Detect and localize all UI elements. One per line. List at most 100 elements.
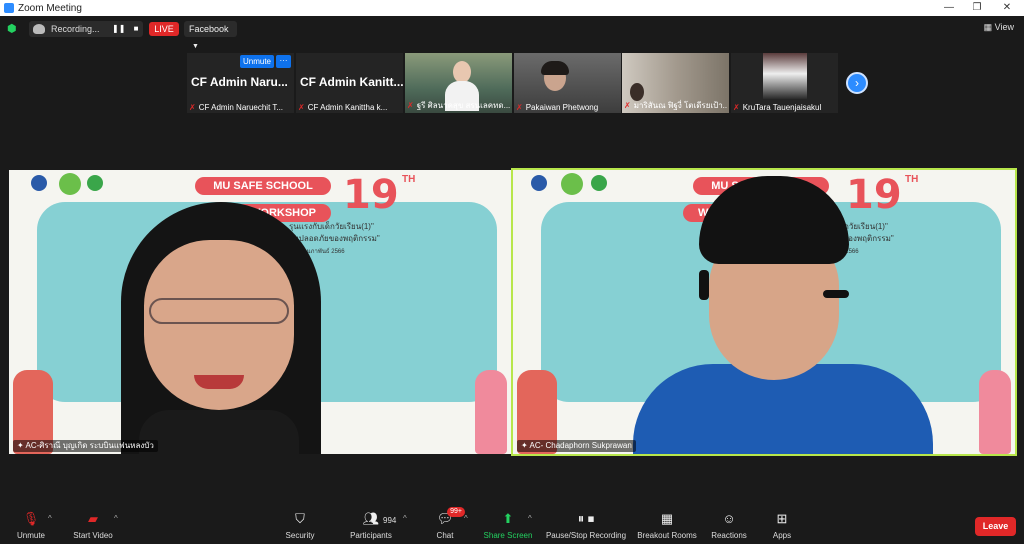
participant-face bbox=[453, 61, 471, 83]
speaker-glasses bbox=[149, 298, 289, 324]
view-label: View bbox=[994, 22, 1014, 32]
muted-mic-icon: ✗ bbox=[298, 103, 305, 112]
recording-indicator[interactable]: Recording... ❚❚ ■ bbox=[29, 21, 143, 37]
slide-number-suffix: TH bbox=[402, 174, 416, 185]
muted-mic-icon: ✗ bbox=[733, 103, 740, 112]
window-titlebar: Zoom Meeting — ❐ ✕ bbox=[0, 0, 1024, 16]
audio-options-chevron-icon[interactable]: ^ bbox=[48, 514, 52, 523]
reactions-label: Reactions bbox=[711, 531, 747, 540]
live-badge[interactable]: LIVE bbox=[149, 22, 179, 36]
speaker-caption: ✦ AC- Chadaphorn Sukprawan bbox=[517, 440, 636, 452]
start-video-label: Start Video bbox=[73, 531, 113, 540]
speaker-name: AC- Chadaphorn Sukprawan bbox=[529, 441, 632, 450]
minimize-button[interactable]: — bbox=[934, 0, 964, 16]
participant-name: CF Admin Kanittha k... bbox=[307, 103, 388, 112]
university-logo-icon bbox=[531, 175, 547, 191]
participants-label: Participants bbox=[350, 531, 392, 540]
next-page-button[interactable]: › bbox=[846, 72, 868, 94]
view-button[interactable]: ▦ View bbox=[984, 22, 1014, 33]
video-options-chevron-icon[interactable]: ^ bbox=[114, 514, 118, 523]
chat-label: Chat bbox=[436, 531, 454, 540]
stream-target-label: Facebook bbox=[189, 24, 229, 34]
slide-title-line1: MU SAFE SCHOOL bbox=[195, 177, 331, 195]
breakout-rooms-button[interactable]: ▦ Breakout Rooms bbox=[636, 510, 698, 540]
green-logo-icon bbox=[87, 175, 103, 191]
emblem-logo-icon bbox=[59, 173, 81, 195]
chat-options-chevron-icon[interactable]: ^ bbox=[464, 514, 468, 523]
security-button[interactable]: ⛉ Security bbox=[282, 510, 318, 540]
maximize-button[interactable]: ❐ bbox=[962, 0, 992, 16]
active-speaker-video-tile[interactable]: MU SAFE SCHOOL WORKSHOP 19 TH รุนแรงกับเ… bbox=[511, 168, 1017, 456]
participant-name: ฐรี ศิลนาคสุข สรนเลคทด... bbox=[416, 101, 510, 110]
pause-stop-recording-button[interactable]: ⏸ ⏹ Pause/Stop Recording bbox=[544, 510, 628, 540]
meeting-topbar: ⬢ Recording... ❚❚ ■ LIVE Facebook ▼ ▦ Vi… bbox=[0, 16, 1024, 50]
slide-number: 19 bbox=[846, 172, 902, 218]
security-label: Security bbox=[285, 531, 315, 540]
meeting-toolbar: 🎙︎ Unmute ^ ▰ Start Video ^ ⛉ Security 👥… bbox=[0, 504, 1024, 544]
security-shield-icon[interactable]: ⬢ bbox=[7, 23, 19, 35]
participant-name: Pakaiwan Phetwong bbox=[525, 103, 599, 112]
stream-target-dropdown[interactable]: Facebook ▼ bbox=[184, 21, 237, 50]
participant-hair bbox=[541, 61, 569, 75]
share-screen-label: Share Screen bbox=[483, 531, 533, 540]
video-off-icon: ▰ bbox=[88, 511, 98, 526]
participant-name-large: CF Admin Naru... bbox=[191, 75, 288, 89]
slide-subtitle-2: ามปลอดภัยของพฤติกรรม" bbox=[289, 234, 380, 243]
participants-options-chevron-icon[interactable]: ^ bbox=[403, 514, 407, 523]
recording-label: Pause/Stop Recording bbox=[545, 531, 627, 540]
muted-mic-icon: ✗ bbox=[516, 103, 523, 112]
start-video-button[interactable]: ▰ Start Video bbox=[70, 510, 116, 540]
slide-number-suffix: TH bbox=[905, 174, 919, 185]
unmute-participant-button[interactable]: Unmute bbox=[240, 55, 274, 68]
cartoon-figure-icon bbox=[475, 370, 507, 454]
close-button[interactable]: ✕ bbox=[992, 0, 1022, 16]
speaker-caption: ✦ AC-ศิราณี บุญเกิด ระบบินแฟนหลงบัว bbox=[13, 440, 158, 452]
participants-button[interactable]: 👥︎ Participants bbox=[346, 510, 396, 540]
pause-recording-icon[interactable]: ❚❚ bbox=[112, 23, 125, 35]
zoom-app-icon bbox=[4, 3, 14, 13]
apps-icon: ⊞ bbox=[776, 511, 788, 526]
unmute-label: Unmute bbox=[16, 531, 45, 540]
recording-label: Recording... bbox=[51, 24, 100, 34]
cartoon-figure-icon bbox=[979, 370, 1011, 454]
pause-stop-icon: ⏸ ⏹ bbox=[577, 511, 595, 526]
chevron-down-icon: ▼ bbox=[192, 43, 199, 50]
reactions-button[interactable]: ☺ Reactions bbox=[708, 510, 750, 540]
participant-name-large: CF Admin Kanitt... bbox=[300, 75, 403, 89]
speaker-name: AC-ศิราณี บุญเกิด ระบบินแฟนหลงบัว bbox=[25, 441, 154, 450]
participant-thumbnail[interactable]: ✗ KruTara Tauenjaisakul bbox=[731, 53, 838, 113]
emblem-logo-icon bbox=[561, 173, 583, 195]
share-options-chevron-icon[interactable]: ^ bbox=[528, 514, 532, 523]
chat-unread-badge: 99+ bbox=[447, 507, 465, 517]
muted-mic-icon: ✗ bbox=[189, 103, 196, 112]
chevron-right-icon: › bbox=[855, 76, 859, 90]
breakout-grid-icon: ▦ bbox=[660, 511, 674, 526]
speaker-clothing bbox=[139, 410, 299, 454]
apps-label: Apps bbox=[772, 531, 792, 540]
participant-count: 994 bbox=[383, 516, 397, 525]
participant-thumbnail[interactable]: ✗ ฐรี ศิลนาคสุข สรนเลคทด... bbox=[405, 53, 512, 113]
stop-recording-icon[interactable]: ■ bbox=[130, 23, 142, 35]
headset-icon bbox=[699, 270, 709, 300]
cloud-recording-icon bbox=[33, 24, 45, 34]
participant-thumbnail[interactable]: ✗ มาริสันณ ฟิฐงี่ โตเดีรยเป้า... bbox=[622, 53, 729, 113]
shield-icon: ⛉ bbox=[295, 511, 305, 526]
participant-thumbnail[interactable]: CF Admin Kanitt... ✗ CF Admin Kanittha k.… bbox=[296, 53, 403, 113]
participant-name: มาริสันณ ฟิฐงี่ โตเดีรยเป้า... bbox=[633, 101, 727, 110]
participant-thumbnail[interactable]: ✗ Pakaiwan Phetwong bbox=[514, 53, 621, 113]
breakout-label: Breakout Rooms bbox=[637, 531, 697, 540]
more-options-button[interactable]: ··· bbox=[276, 55, 291, 68]
slide-number: 19 bbox=[343, 172, 399, 218]
headset-mic-icon bbox=[823, 290, 849, 298]
window-title: Zoom Meeting bbox=[18, 2, 82, 14]
leave-button[interactable]: Leave bbox=[975, 517, 1016, 536]
smiley-plus-icon: ☺ bbox=[722, 511, 736, 526]
speaker-mouth bbox=[194, 375, 244, 389]
university-logo-icon bbox=[31, 175, 47, 191]
unmute-button[interactable]: 🎙︎ Unmute bbox=[14, 510, 48, 540]
apps-button[interactable]: ⊞ Apps bbox=[768, 510, 796, 540]
speaker-video-tile[interactable]: MU SAFE SCHOOL WORKSHOP 19 TH รุนแรงกับเ… bbox=[9, 170, 511, 454]
muted-mic-icon: ✗ bbox=[407, 101, 414, 110]
green-logo-icon bbox=[591, 175, 607, 191]
grid-view-icon: ▦ bbox=[983, 22, 993, 32]
